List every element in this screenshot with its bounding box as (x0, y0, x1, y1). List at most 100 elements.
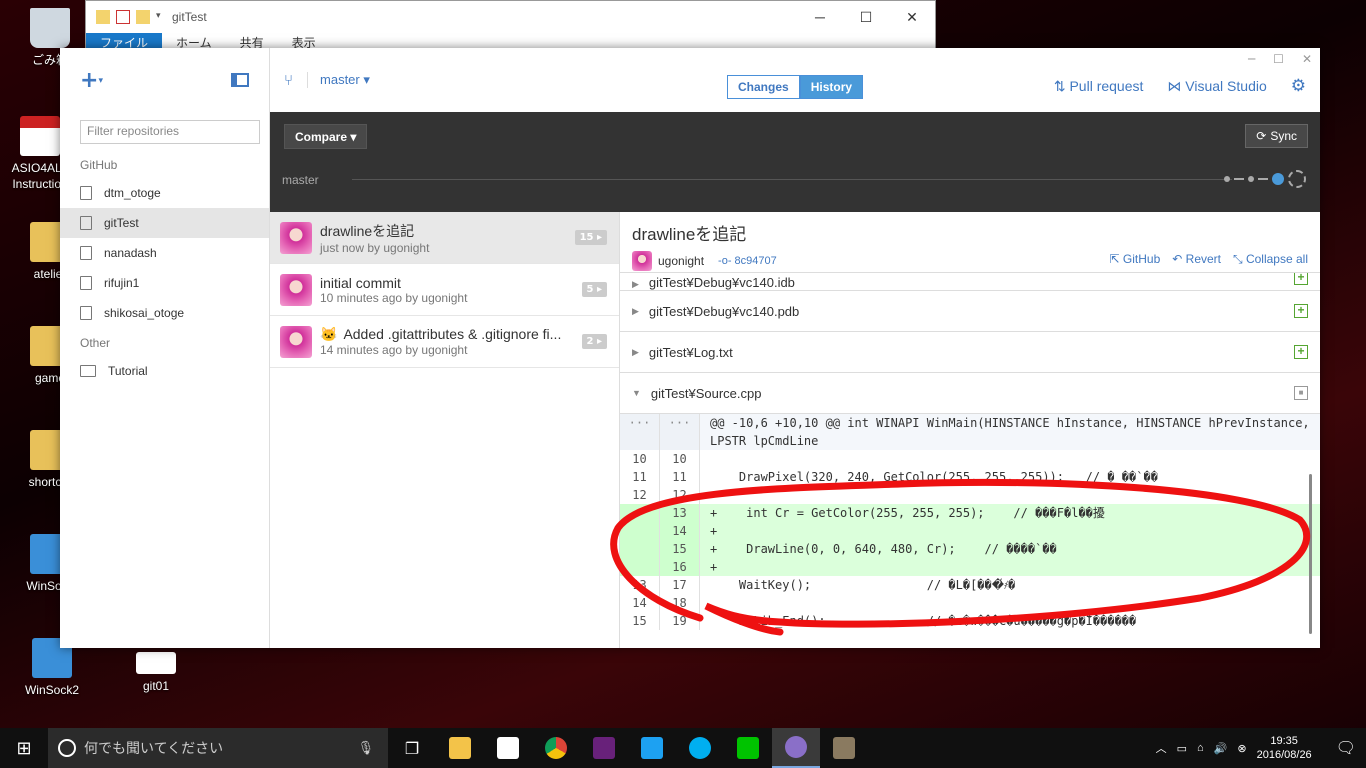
properties-icon[interactable] (116, 10, 130, 24)
sidebar-item-dtm-otoge[interactable]: dtm_otoge (60, 178, 269, 208)
window-controls: ─ ☐ ✕ (1248, 52, 1312, 66)
filter-repositories-input[interactable]: Filter repositories (80, 120, 260, 144)
collapse-sidebar-icon[interactable] (231, 73, 249, 87)
visual-studio-icon: ⋈ (1167, 77, 1182, 94)
visual-studio-icon[interactable] (580, 728, 628, 768)
windows-start-icon[interactable]: ⊞ (0, 738, 48, 759)
maximize-button[interactable]: ☐ (843, 9, 889, 26)
commit-item[interactable]: 🐱 Added .gitattributes & .gitignore fi...… (270, 316, 619, 368)
file-header-vc140-pdb[interactable]: ▶ gitTest¥Debug¥vc140.pdb + (620, 290, 1320, 331)
github-desktop-icon[interactable] (772, 728, 820, 768)
revert-button[interactable]: ↶ Revert (1172, 252, 1221, 267)
commit-title: drawlineを追記 (320, 222, 415, 239)
store-icon[interactable] (484, 728, 532, 768)
volume-icon[interactable]: 🔊 (1214, 742, 1228, 755)
sidebar-item-tutorial[interactable]: Tutorial (60, 356, 269, 386)
group-github-label: GitHub (80, 158, 118, 172)
chevron-up-icon[interactable]: ︿ (1156, 740, 1167, 756)
diff-line-context: 15 19 DxLib_End(); // �c�w���C�u�����g�p�… (620, 612, 1320, 630)
add-repository-button[interactable]: +▾ (80, 68, 103, 93)
author-name: ugonight (658, 254, 705, 268)
new-line-number: 19 (660, 612, 700, 630)
chrome-icon[interactable] (532, 728, 580, 768)
maximize-button[interactable]: ☐ (1273, 52, 1284, 66)
revert-icon: ↶ (1172, 252, 1183, 266)
file-path: gitTest¥Source.cpp (650, 385, 762, 401)
gear-icon[interactable]: ⚙ (1291, 76, 1306, 96)
tab-changes[interactable]: Changes (727, 75, 800, 99)
file-path: gitTest¥Debug¥vc140.idb (648, 275, 795, 290)
sidebar-item-nanadash[interactable]: nanadash (60, 238, 269, 268)
microphone-icon[interactable]: 🎙 (357, 740, 374, 756)
commit-item[interactable]: drawlineを追記 just now by ugonight 15 ▸ (270, 212, 619, 264)
avatar (280, 325, 312, 358)
avatar (280, 273, 312, 306)
commit-sha[interactable]: -o- 8c94707 (718, 255, 777, 267)
file-count-badge: 15 ▸ (574, 230, 607, 245)
battery-icon[interactable]: ▭ (1177, 742, 1187, 755)
pull-request-label: Pull request (1069, 77, 1144, 94)
file-header-log-txt[interactable]: ▶ gitTest¥Log.txt + (620, 331, 1320, 372)
file-header-source-cpp[interactable]: ▼ gitTest¥Source.cpp ■ (620, 372, 1320, 413)
diff-line-added: 14 + (620, 522, 1320, 540)
expand-context-button[interactable]: ··· (620, 414, 660, 450)
file-header-vc140-idb[interactable]: ▶ gitTest¥Debug¥vc140.idb + (620, 272, 1320, 290)
timeline-dot[interactable] (1248, 176, 1254, 182)
network-icon[interactable]: ⌂ (1197, 742, 1204, 754)
close-circle-icon[interactable]: ⊗ (1237, 742, 1246, 755)
tab-history[interactable]: History (799, 75, 864, 99)
monitor-icon (80, 365, 96, 377)
visual-studio-button[interactable]: ⋈ Visual Studio (1167, 78, 1266, 95)
timeline-uncommitted[interactable] (1288, 170, 1306, 188)
file-explorer-icon[interactable] (436, 728, 484, 768)
expand-icon: ▶ (632, 305, 639, 316)
sync-icon: ⟳ (1256, 129, 1267, 143)
diff-code: + (710, 524, 718, 538)
notification-icon[interactable]: 🗨 (1336, 738, 1356, 758)
repository-sidebar: +▾ Filter repositories GitHub dtm_otoge … (60, 48, 270, 648)
timeline-dot[interactable] (1224, 176, 1230, 182)
toolbar-actions: ⇅ Pull request ⋈ Visual Studio ⚙ (1054, 76, 1306, 96)
diff-code: + DrawLine(0, 0, 640, 480, Cr); // ����`… (710, 542, 1057, 556)
task-view-icon[interactable]: ❐ (388, 728, 436, 768)
modified-file-icon: ■ (1294, 386, 1308, 400)
clock[interactable]: 19:35 2016/08/26 (1257, 734, 1312, 762)
cortana-search-box[interactable]: 何でも聞いてください 🎙 (48, 728, 388, 768)
old-line-number (620, 540, 660, 558)
minimize-button[interactable]: ─ (797, 9, 843, 26)
minimize-button[interactable]: ─ (1248, 52, 1255, 66)
skype-icon[interactable] (676, 728, 724, 768)
close-button[interactable]: ✕ (889, 9, 935, 26)
desktop-icon-git01[interactable]: git01 (116, 652, 196, 694)
diff-view: ··· ··· @@ -10,6 +10,10 @@ int WINAPI Wi… (620, 413, 1320, 630)
expand-context-button[interactable]: ··· (660, 414, 700, 450)
old-line-number (620, 522, 660, 540)
compare-button[interactable]: Compare ▾ (284, 124, 368, 149)
sync-button[interactable]: ⟳ Sync (1245, 124, 1308, 148)
sidebar-item-gittest[interactable]: gitTest (60, 208, 269, 238)
diff-line-added: 15 + DrawLine(0, 0, 640, 480, Cr); // ���… (620, 540, 1320, 558)
timeline-dot-selected[interactable] (1272, 173, 1284, 185)
new-folder-icon[interactable] (136, 10, 150, 24)
diff-scrollbar[interactable] (1309, 474, 1312, 634)
new-line-number: 16 (660, 558, 700, 576)
branch-selector[interactable]: master ▾ (307, 72, 370, 88)
revert-label: Revert (1185, 252, 1221, 266)
commit-detail-header: drawlineを追記 ugonight -o- 8c94707 ⇱ GitHu… (620, 212, 1320, 272)
sidebar-item-shikosai-otoge[interactable]: shikosai_otoge (60, 298, 269, 328)
collapse-all-button[interactable]: ⤡ Collapse all (1233, 252, 1308, 267)
commit-meta: 10 minutes ago by ugonight (320, 290, 468, 305)
old-line-number: 13 (620, 576, 660, 594)
line-icon[interactable] (724, 728, 772, 768)
commit-item[interactable]: initial commit 10 minutes ago by ugonight… (270, 264, 619, 316)
pull-request-button[interactable]: ⇅ Pull request (1054, 78, 1144, 95)
close-button[interactable]: ✕ (1302, 52, 1312, 66)
chevron-down-icon[interactable]: ▾ (156, 10, 164, 24)
gimp-icon[interactable] (820, 728, 868, 768)
sidebar-item-rifujin1[interactable]: rifujin1 (60, 268, 269, 298)
avatar (280, 221, 312, 254)
twitter-icon[interactable] (628, 728, 676, 768)
view-on-github-link[interactable]: ⇱ GitHub (1109, 252, 1160, 267)
file-path: gitTest¥Debug¥vc140.pdb (648, 303, 800, 319)
folder-icon[interactable] (96, 10, 110, 24)
